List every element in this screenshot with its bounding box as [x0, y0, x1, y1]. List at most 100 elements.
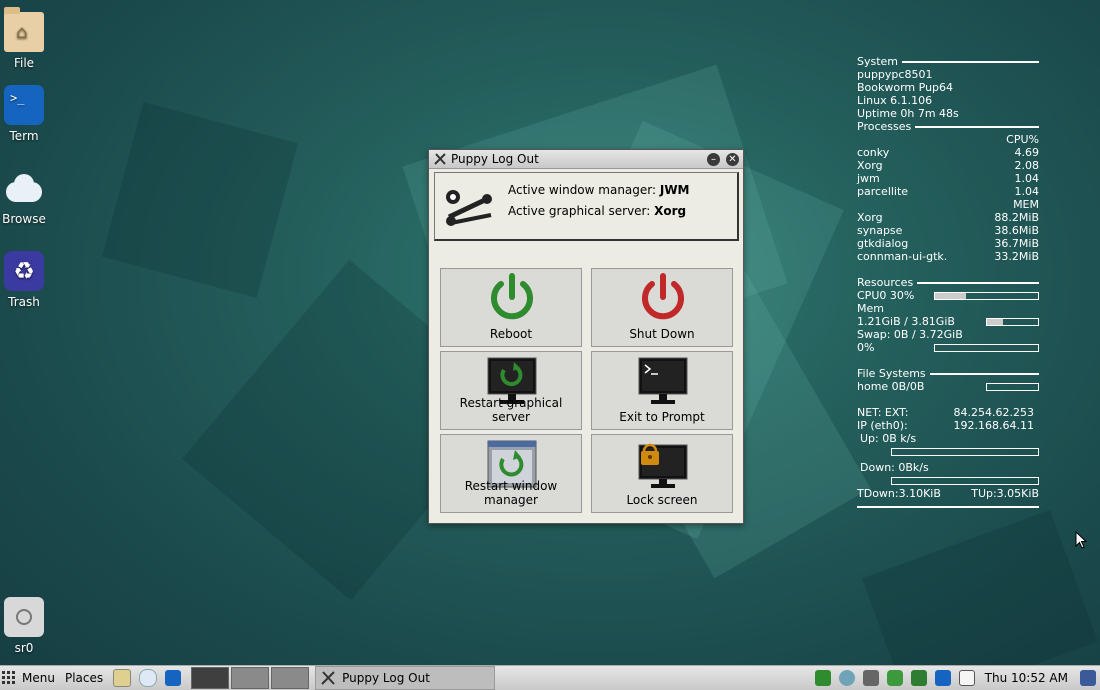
- titlebar[interactable]: Puppy Log Out – ✕: [429, 150, 743, 169]
- desktop-icon-term[interactable]: >_ Term: [0, 85, 48, 143]
- ip-label: IP (eth0):: [857, 419, 908, 432]
- restart-x-button[interactable]: Restart graphical server: [440, 351, 582, 430]
- restart-wm-button[interactable]: Restart window manager: [440, 434, 582, 513]
- desktop-icon-label: Term: [9, 129, 39, 143]
- process-row: conky 4.69: [857, 146, 1039, 159]
- server-value: Xorg: [654, 204, 687, 218]
- terminal-icon: >_: [4, 85, 44, 125]
- total-up: TUp:3.05KiB: [971, 487, 1039, 500]
- terminal-launcher-icon[interactable]: [165, 670, 182, 686]
- lock-screen-label: Lock screen: [626, 493, 698, 507]
- close-button[interactable]: ✕: [726, 152, 739, 166]
- taskbar: Menu Places Puppy Log Out Thu 10:52 AM: [0, 665, 1100, 690]
- exit-prompt-button[interactable]: Exit to Prompt: [591, 351, 733, 430]
- net-up: Up: 0B k/s: [860, 432, 917, 445]
- connman-icon[interactable]: [838, 670, 855, 686]
- network-graph-icon[interactable]: [814, 670, 831, 686]
- tools-icon: [321, 671, 335, 685]
- desktop-icon-file[interactable]: ⌂ File: [0, 7, 48, 70]
- conky-divider: [857, 506, 1039, 508]
- net-down: Down: 0Bk/s: [860, 461, 929, 474]
- firewall-shield-icon[interactable]: [910, 670, 927, 686]
- process-row: gtkdialog 36.7MiB: [857, 237, 1039, 250]
- cpu-header: CPU%: [1006, 133, 1039, 146]
- system-heading: System: [857, 55, 899, 68]
- mem-bar: [986, 317, 1039, 326]
- process-row: jwm 1.04: [857, 172, 1039, 185]
- clock[interactable]: Thu 10:52 AM: [985, 671, 1068, 685]
- uptime: Uptime 0h 7m 48s: [857, 107, 959, 120]
- settings-gear-icon[interactable]: [1080, 670, 1096, 686]
- process-row: connman-ui-gtk. 33.2MiB: [857, 250, 1039, 263]
- restart-x-label: Restart graphical server: [459, 396, 563, 424]
- window-title: Puppy Log Out: [451, 152, 539, 166]
- lock-monitor-icon: [638, 443, 688, 488]
- clipboard-icon[interactable]: [958, 670, 975, 686]
- tools-icon: [434, 153, 446, 165]
- browser-launcher-icon[interactable]: [139, 669, 158, 687]
- home-fs-bar: [986, 382, 1039, 391]
- hostname: puppypc8501: [857, 68, 933, 81]
- wm-line: Active window manager: JWM: [508, 183, 690, 197]
- process-row: parcellite 1.04: [857, 185, 1039, 198]
- process-row: Xorg 88.2MiB: [857, 211, 1039, 224]
- minimize-button[interactable]: –: [707, 152, 720, 166]
- cpu0-bar: [934, 291, 1039, 300]
- mouse-cursor-icon: [1075, 531, 1087, 549]
- desktop-icon-label: sr0: [14, 641, 34, 655]
- restart-wm-label: Restart window manager: [464, 479, 558, 507]
- desktop-icon-label: Browse: [2, 212, 46, 226]
- cloud-icon: [4, 168, 44, 208]
- desktop-icon-browse[interactable]: Browse: [0, 168, 48, 226]
- logout-dialog: Puppy Log Out – ✕ Active window manager:…: [428, 149, 744, 524]
- desktop-icon-label: File: [13, 56, 35, 70]
- menu-label: Menu: [22, 671, 55, 685]
- home-fs: home 0B/0B: [857, 380, 925, 393]
- total-down: TDown:3.10KiB: [857, 487, 941, 500]
- cpu0-bar-fill: [935, 292, 966, 299]
- desktop-icon-sr0[interactable]: sr0: [0, 597, 48, 655]
- reboot-label: Reboot: [489, 327, 533, 341]
- places-label: Places: [64, 671, 104, 685]
- volume-icon[interactable]: [862, 670, 879, 686]
- windows-icon[interactable]: [934, 670, 951, 686]
- file-manager-launcher-icon[interactable]: [113, 669, 132, 687]
- desktop-pager-3[interactable]: [271, 667, 310, 689]
- lock-screen-button[interactable]: Lock screen: [591, 434, 733, 513]
- desktop-pager-1[interactable]: [191, 667, 230, 689]
- desktop-pager-2[interactable]: [231, 667, 270, 689]
- cpu0-label: CPU0 30%: [857, 289, 915, 302]
- mem-bar-fill: [987, 318, 1004, 325]
- mem-label: Mem: [857, 302, 884, 315]
- filesystems-heading: File Systems: [857, 367, 926, 380]
- menu-button[interactable]: Menu: [0, 666, 55, 690]
- swap-value: Swap: 0B / 3.72GiB: [857, 328, 963, 341]
- shutdown-label: Shut Down: [629, 327, 695, 341]
- conky-monitor: System puppypc8501 Bookworm Pup64 Linux …: [857, 55, 1039, 508]
- puppy-tools-icon: [446, 190, 492, 226]
- net-ext-ip: 84.254.62.253: [953, 406, 1034, 419]
- storage-icon[interactable]: [886, 670, 903, 686]
- kernel: Linux 6.1.106: [857, 94, 933, 107]
- reboot-button[interactable]: Reboot: [440, 268, 582, 347]
- exit-prompt-label: Exit to Prompt: [619, 410, 705, 424]
- optical-drive-icon: [4, 597, 44, 637]
- distro: Bookworm Pup64: [857, 81, 954, 94]
- task-label: Puppy Log Out: [342, 671, 430, 685]
- places-button[interactable]: Places: [65, 666, 103, 690]
- shutdown-button[interactable]: Shut Down: [591, 268, 733, 347]
- process-row: Xorg 2.08: [857, 159, 1039, 172]
- power-red-icon: [642, 273, 684, 320]
- server-line: Active graphical server: Xorg: [508, 204, 687, 218]
- taskbar-task-logout[interactable]: Puppy Log Out: [315, 666, 496, 690]
- mem-header: MEM: [1013, 198, 1039, 211]
- grid-menu-icon: [2, 671, 15, 684]
- processes-heading: Processes: [857, 120, 912, 133]
- desktop-icon-label: Trash: [8, 295, 40, 309]
- net-down-graph: [891, 477, 1039, 485]
- wm-value: JWM: [659, 183, 690, 197]
- power-green-icon: [491, 273, 533, 320]
- desktop-icon-trash[interactable]: ♻ Trash: [0, 251, 48, 309]
- info-panel: Active window manager: JWM Active graphi…: [434, 172, 739, 241]
- ip-value: 192.168.64.11: [953, 419, 1034, 432]
